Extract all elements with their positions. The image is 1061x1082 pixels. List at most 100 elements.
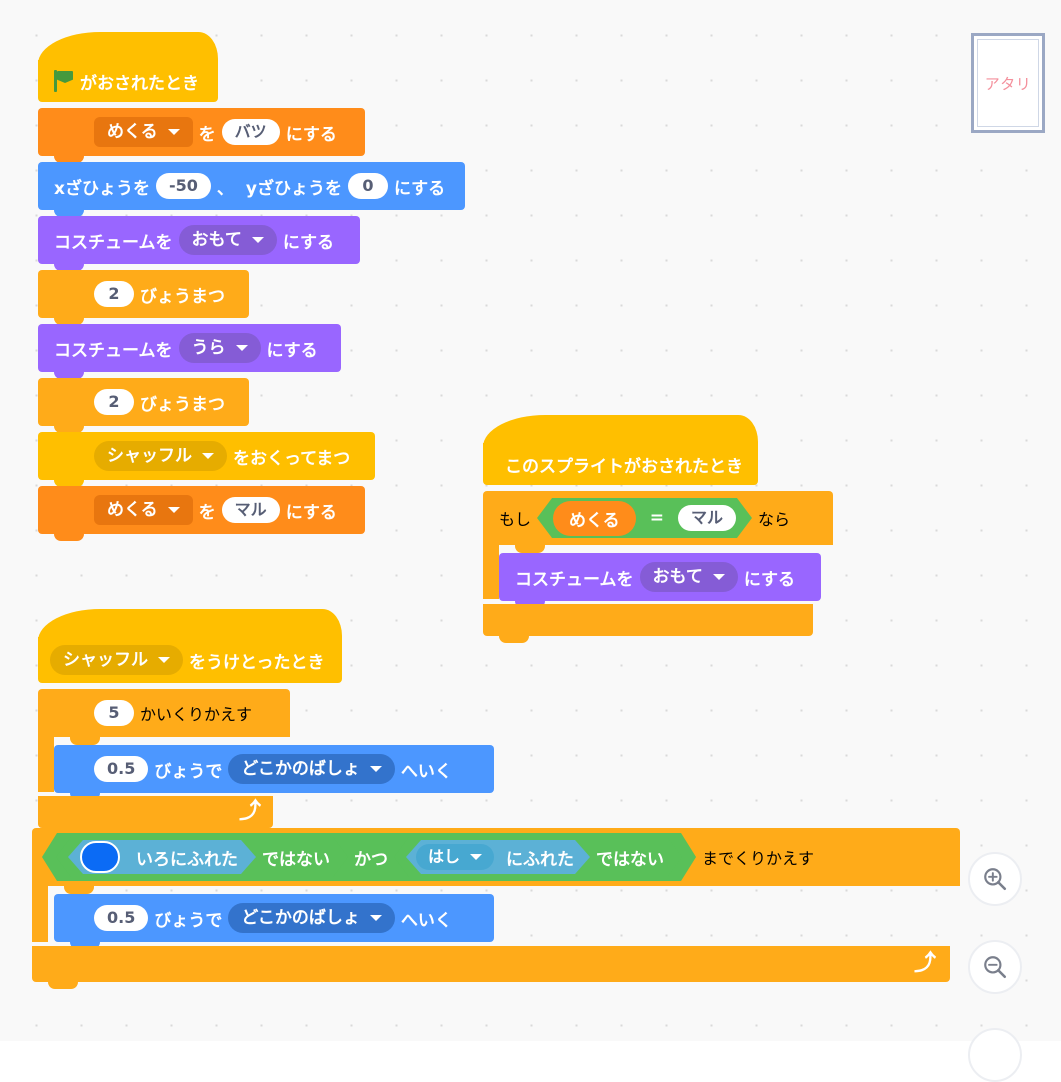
costume-tail-label: にする xyxy=(266,340,318,361)
costume-dropdown[interactable]: うら xyxy=(178,333,261,363)
repeat-until-bottom[interactable]: ⤴ xyxy=(32,946,950,989)
if-block-left-spine xyxy=(483,545,499,599)
chevron-down-icon xyxy=(470,854,482,860)
wait-tail-label: びょうまつ xyxy=(140,286,225,307)
if-block-inner-notch xyxy=(515,545,545,553)
variable-dropdown[interactable]: めくる xyxy=(94,117,193,147)
zoom-reset-button[interactable] xyxy=(968,1028,1022,1082)
repeat-until-inner-notch xyxy=(64,886,94,894)
zoom-out-icon xyxy=(984,956,1007,979)
set-variable-mid-label: を xyxy=(198,124,216,145)
costume-label: コスチュームを xyxy=(54,340,173,361)
chevron-down-icon xyxy=(202,453,214,459)
if-block-top[interactable]: もし めくる = マル なら xyxy=(483,491,833,545)
hat-when-flag-clicked[interactable]: がおされたとき xyxy=(38,32,218,102)
broadcast-message-dropdown[interactable]: シャッフル xyxy=(94,441,227,471)
repeat-block-top[interactable]: 5 かいくりかえす xyxy=(38,689,290,737)
block-wait-2-first[interactable]: 2 びょうまつ xyxy=(38,270,249,325)
glide-tail-label: へいく xyxy=(400,761,452,782)
blocks-workspace[interactable]: アタリ がおされたとき めくる を バツ にする xざひょうを -50 、 yざ… xyxy=(0,0,1061,1082)
operator-and[interactable]: いろにふれた ではない かつ はし にふれた ではない xyxy=(42,833,696,881)
goto-y-input[interactable]: 0 xyxy=(347,173,388,199)
zoom-in-icon xyxy=(984,868,1007,891)
block-set-variable-maru[interactable]: めくる を マル にする xyxy=(38,486,365,541)
set-variable-tail-label: にする xyxy=(285,124,337,145)
glide-seconds-input[interactable]: 0.5 xyxy=(94,756,149,782)
operator-not-touching-edge[interactable]: はし にふれた ではない xyxy=(394,837,682,877)
chevron-down-icon xyxy=(167,129,180,135)
hat-when-sprite-clicked[interactable]: このスプライトがおされたとき xyxy=(483,415,758,485)
hat-label: をうけとったとき xyxy=(189,652,325,673)
costume-label: コスチュームを xyxy=(515,569,634,590)
variable-dropdown[interactable]: めくる xyxy=(94,495,193,525)
not-label: ではない xyxy=(596,849,665,870)
operator-equals[interactable]: めくる = マル xyxy=(537,498,752,538)
broadcast-tail-label: をおくってまつ xyxy=(233,448,351,469)
zoom-in-button[interactable] xyxy=(968,852,1022,906)
repeat-block-inner-notch xyxy=(70,737,100,745)
not-label: ではない xyxy=(262,849,330,870)
chevron-down-icon xyxy=(158,657,170,663)
touching-color-label: いろにふれた xyxy=(136,849,238,870)
chevron-down-icon xyxy=(369,915,382,921)
glide-tail-label: へいく xyxy=(400,910,452,931)
set-variable-mid-label: を xyxy=(198,502,216,523)
chevron-down-icon xyxy=(712,574,725,580)
equals-sign: = xyxy=(649,508,664,528)
variable-value-input[interactable]: マル xyxy=(221,497,280,523)
costume-label: コスチュームを xyxy=(54,232,173,253)
repeat-block-left-spine xyxy=(38,737,54,792)
color-swatch[interactable] xyxy=(80,841,120,873)
if-block-bottom[interactable] xyxy=(483,604,813,643)
block-switch-costume-ura[interactable]: コスチュームを うら にする xyxy=(38,324,341,379)
costume-dropdown[interactable]: おもて xyxy=(639,562,738,592)
touching-target-dropdown[interactable]: はし xyxy=(416,844,494,870)
hat-label: がおされたとき xyxy=(80,73,199,94)
block-glide-to-random-first[interactable]: 0.5 びょうで どこかのばしょ へいく xyxy=(54,745,494,800)
block-glide-to-random-second[interactable]: 0.5 びょうで どこかのばしょ へいく xyxy=(54,894,494,949)
goto-x-input[interactable]: -50 xyxy=(155,173,211,199)
variable-value-input[interactable]: バツ xyxy=(221,119,280,145)
block-broadcast-and-wait[interactable]: シャッフル をおくってまつ xyxy=(38,432,375,487)
block-wait-2-second[interactable]: 2 びょうまつ xyxy=(38,378,249,433)
broadcast-message-dropdown[interactable]: シャッフル xyxy=(50,645,183,675)
loop-arrow-icon: ⤴ xyxy=(238,799,261,824)
costume-tail-label: にする xyxy=(743,569,795,590)
goto-tail-label: にする xyxy=(393,178,446,199)
goto-separator: 、 xyxy=(216,178,234,199)
green-flag-icon xyxy=(54,70,74,92)
zoom-out-button[interactable] xyxy=(968,940,1022,994)
glide-target-dropdown[interactable]: どこかのばしょ xyxy=(228,754,395,784)
sprite-costume-thumbnail[interactable]: アタリ xyxy=(971,33,1045,133)
touching-label: にふれた xyxy=(506,849,575,870)
if-suffix-label: なら xyxy=(757,510,790,529)
variable-reporter-mekuru[interactable]: めくる xyxy=(553,501,636,536)
wait-tail-label: びょうまつ xyxy=(140,394,225,415)
chevron-down-icon xyxy=(235,345,248,351)
glide-seconds-input[interactable]: 0.5 xyxy=(94,905,149,931)
block-switch-costume-omote[interactable]: コスチュームを おもて にする xyxy=(38,216,360,271)
wait-seconds-input[interactable]: 2 xyxy=(94,389,134,415)
block-touching-color[interactable]: いろにふれた xyxy=(68,840,256,874)
operator-not-touching-color[interactable]: いろにふれた ではない xyxy=(56,837,348,877)
repeat-until-top[interactable]: いろにふれた ではない かつ はし にふれた ではない までくりかえす xyxy=(32,828,960,886)
chevron-down-icon xyxy=(251,237,264,243)
block-goto-xy[interactable]: xざひょうを -50 、 yざひょうを 0 にする xyxy=(38,162,465,217)
wait-seconds-input[interactable]: 2 xyxy=(94,281,134,307)
costume-tail-label: にする xyxy=(282,232,334,253)
repeat-tail-label: かいくりかえす xyxy=(140,705,253,724)
block-set-variable-batsu[interactable]: めくる を バツ にする xyxy=(38,108,365,163)
and-label: かつ xyxy=(354,849,388,870)
sprite-name-label: アタリ xyxy=(984,74,1032,93)
equals-right-input[interactable]: マル xyxy=(678,505,736,531)
hat-label: このスプライトがおされたとき xyxy=(505,456,743,477)
repeat-until-tail-label: までくりかえす xyxy=(702,849,815,868)
chevron-down-icon xyxy=(369,766,382,772)
costume-dropdown[interactable]: おもて xyxy=(178,225,277,255)
glide-target-dropdown[interactable]: どこかのばしょ xyxy=(228,903,395,933)
hat-when-i-receive[interactable]: シャッフル をうけとったとき xyxy=(38,609,342,683)
block-touching[interactable]: はし にふれた xyxy=(406,840,590,874)
block-switch-costume-omote-in-if[interactable]: コスチュームを おもて にする xyxy=(499,553,821,608)
repeat-block-bottom[interactable]: ⤴ xyxy=(38,796,273,835)
repeat-count-input[interactable]: 5 xyxy=(94,700,134,726)
